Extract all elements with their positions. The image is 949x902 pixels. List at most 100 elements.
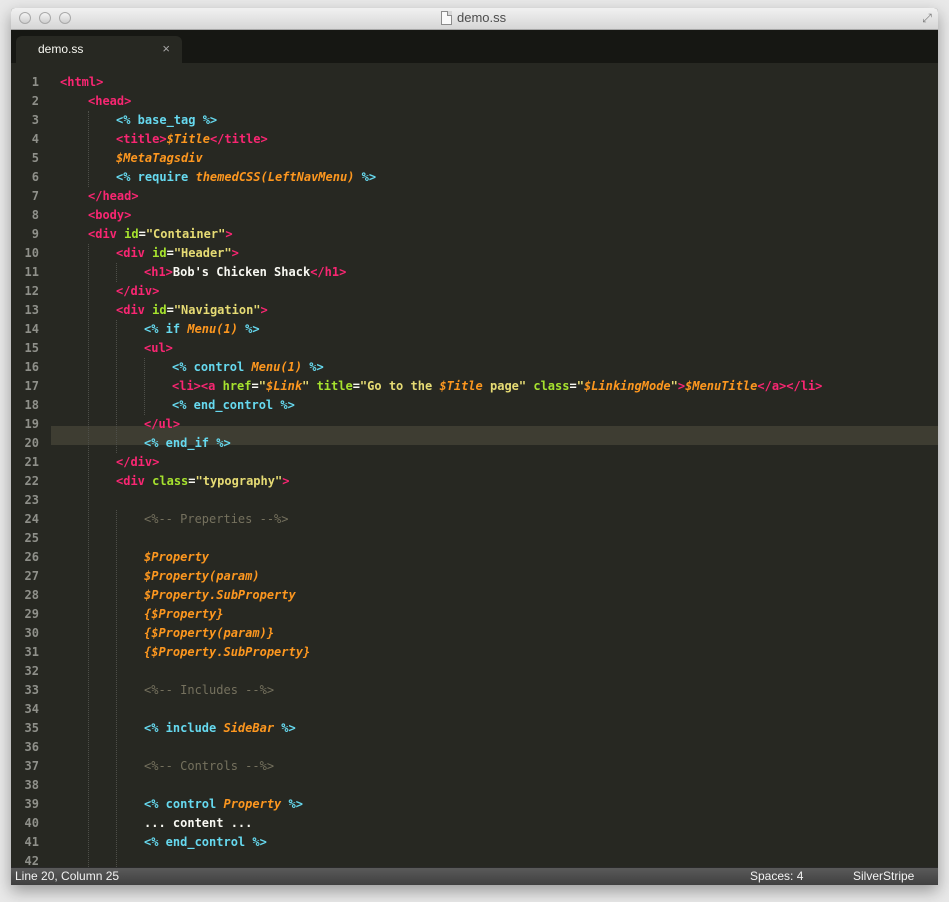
line-number: 41 [24,835,39,849]
line-number: 29 [24,607,39,621]
code-line[interactable]: <% require themedCSS(LeftNavMenu) %> [116,168,376,187]
code-line[interactable]: <div id="Navigation"> [116,301,268,320]
tab-demo-ss[interactable]: demo.ss × [16,36,182,63]
code-token: "Go to the [359,379,440,393]
code-line[interactable]: <head> [88,92,131,111]
code-line[interactable]: <html> [60,73,103,92]
code-line[interactable]: <% if Menu(1) %> [144,320,260,339]
code-line[interactable]: <% include SideBar %> [144,719,296,738]
code-line[interactable]: <ul> [144,339,173,358]
code-line[interactable]: <title>$Title</title> [116,130,268,149]
minimize-window-button[interactable] [39,12,51,24]
line-number: 31 [24,645,39,659]
code-token: Bob's Chicken Shack [172,265,311,279]
code-line[interactable]: <%-- Preperties --%> [144,510,289,529]
line-number: 33 [24,683,39,697]
line-number: 24 [24,512,39,526]
line-number: 16 [24,360,39,374]
code-line[interactable]: $Property [144,548,209,567]
code-token: id [152,303,167,317]
code-line[interactable]: </head> [88,187,139,206]
code-line[interactable]: <% end_control %> [172,396,295,415]
line-number: 5 [31,151,39,165]
code-line[interactable]: $MetaTagsdiv [116,149,203,168]
code-token: {$Property(param)} [144,626,275,640]
code-line[interactable]: <li><a href="$Link" title="Go to the $Ti… [172,377,822,396]
line-number: 6 [31,170,39,184]
code-token: <h1> [144,265,173,279]
code-token: $Title [439,379,483,393]
code-line[interactable]: <%-- Controls --%> [144,757,274,776]
code-token: <% end_if %> [144,436,231,450]
code-token: <div [116,474,145,488]
code-token: title [316,379,353,393]
code-token: <div [116,246,145,260]
code-token: $Property [144,550,210,564]
code-line[interactable]: <div id="Container"> [88,225,233,244]
code-token: <body> [88,208,132,222]
code-line[interactable]: <% control Property %> [144,795,303,814]
code-line[interactable]: <%-- Includes --%> [144,681,274,700]
line-number: 11 [24,265,39,279]
close-icon[interactable]: × [162,41,170,56]
code-token: <li><a [172,379,216,393]
code-line[interactable]: {$Property.SubProperty} [144,643,310,662]
line-number: 9 [31,227,39,241]
code-line[interactable]: ... content ... [144,814,252,833]
line-number: 19 [24,417,39,431]
code-token: = [188,474,196,488]
line-number: 35 [24,721,39,735]
code-line[interactable]: </ul> [144,415,180,434]
code-token: <%-- Preperties --%> [144,512,289,526]
code-line[interactable]: $Property(param) [144,567,260,586]
line-number: 3 [31,113,39,127]
code-token: <title> [116,132,167,146]
code-line[interactable]: </div> [116,282,159,301]
code-token: Menu(1) [187,322,238,336]
code-line[interactable]: <div class="typography"> [116,472,289,491]
status-bar: Line 20, Column 25 Spaces: 4 SilverStrip… [11,867,938,885]
code-line[interactable]: <div id="Header"> [116,244,239,263]
code-token: <html> [60,75,104,89]
code-token: = [352,379,360,393]
code-line[interactable]: {$Property(param)} [144,624,274,643]
fullscreen-icon[interactable]: ⤢ [920,11,934,25]
code-token: $Link [265,379,303,393]
code-editor[interactable]: 1 <html> 2 <head> 3 <% base_tag %> 4 <title>$Ti… [11,63,938,867]
code-token: </h1> [310,265,347,279]
code-token: > [225,227,233,241]
line-number: 36 [24,740,39,754]
line-number: 25 [24,531,39,545]
code-token: = [166,246,174,260]
code-token: </a></li> [757,379,823,393]
line-number: 32 [24,664,39,678]
zoom-window-button[interactable] [59,12,71,24]
line-number: 2 [31,94,39,108]
code-token: <%-- Includes --%> [144,683,275,697]
code-token: class [533,379,570,393]
code-line[interactable]: $Property.SubProperty [144,586,296,605]
line-number: 27 [24,569,39,583]
code-line[interactable]: <% end_if %> [144,434,231,453]
line-number: 20 [24,436,39,450]
code-token: $MenuTitle [685,379,758,393]
code-token: > [260,303,268,317]
line-number: 26 [24,550,39,564]
code-line[interactable]: <h1>Bob's Chicken Shack</h1> [144,263,346,282]
code-token: $Property(param) [144,569,260,583]
line-number: 7 [31,189,39,203]
code-line[interactable]: <% end_control %> [144,833,267,852]
indentation-setting[interactable]: Spaces: 4 [750,869,803,883]
code-token: page" [482,379,527,393]
close-window-button[interactable] [19,12,31,24]
code-token: Menu(1) [251,360,303,374]
syntax-selector[interactable]: SilverStripe [853,869,914,883]
code-line[interactable]: {$Property} [144,605,223,624]
line-number: 18 [24,398,39,412]
code-line[interactable]: <body> [88,206,131,225]
code-line[interactable]: <% control Menu(1) %> [172,358,324,377]
code-line[interactable]: </div> [116,453,159,472]
code-token: = [569,379,577,393]
code-token: $Property.SubProperty [144,588,296,602]
code-line[interactable]: <% base_tag %> [116,111,217,130]
